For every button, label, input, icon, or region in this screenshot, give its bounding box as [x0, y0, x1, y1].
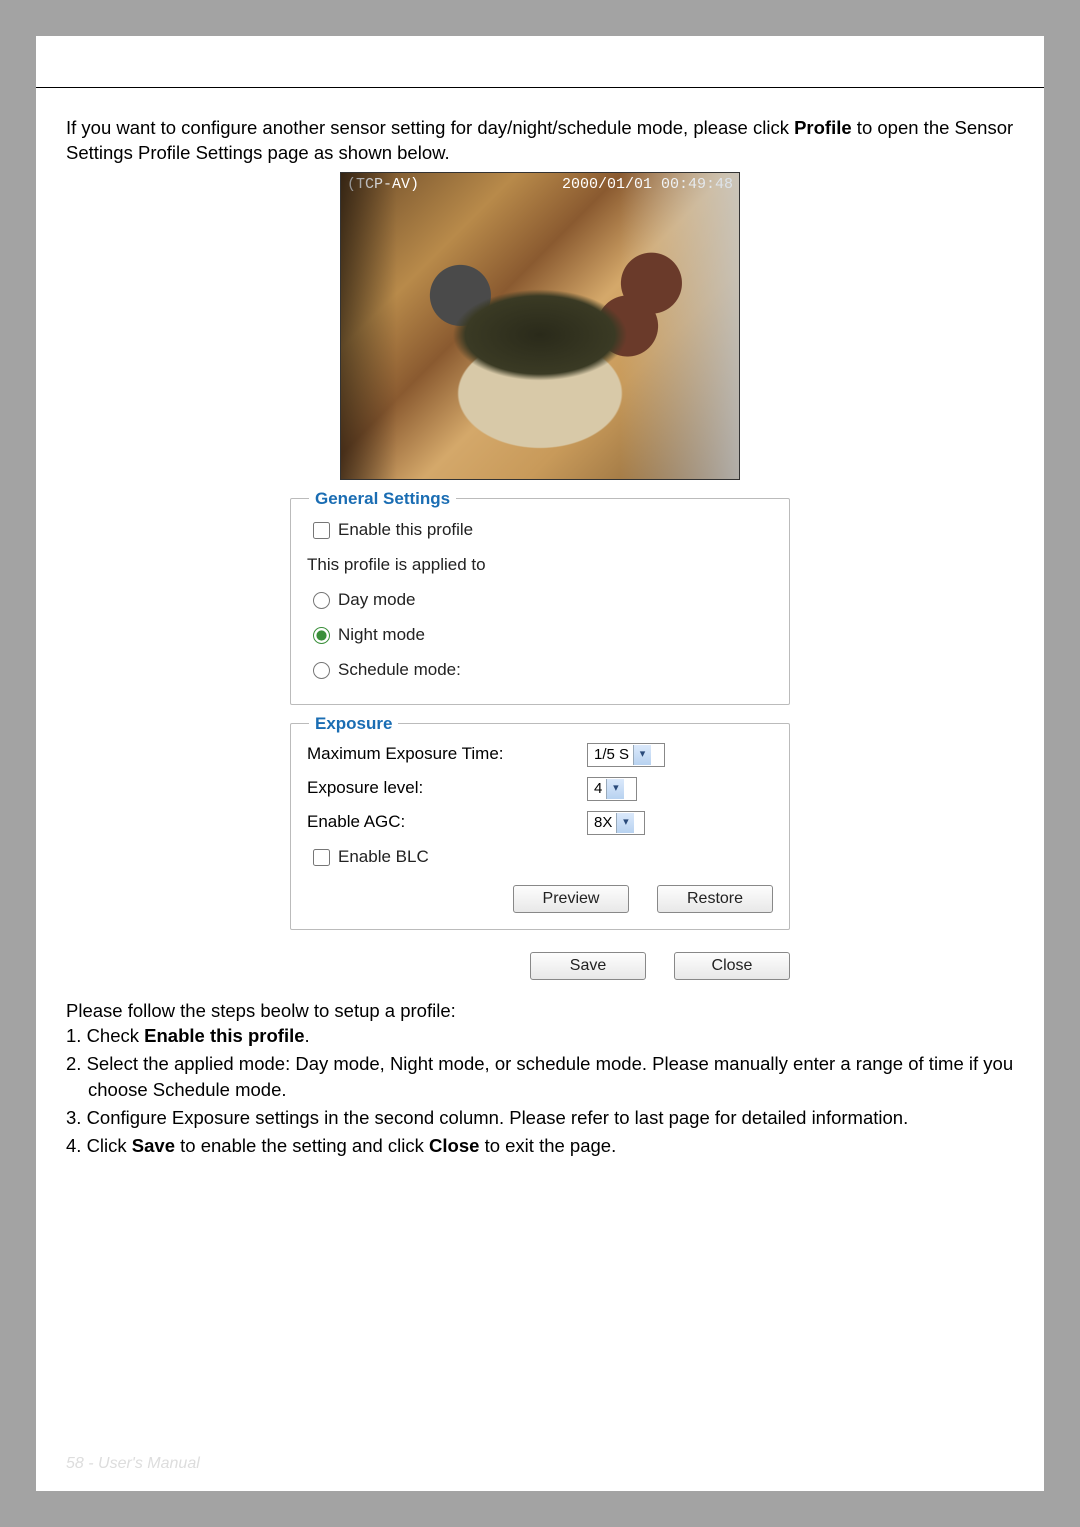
max-exposure-value: 1/5 S: [594, 745, 633, 765]
intro-text-a: If you want to configure another sensor …: [66, 117, 794, 138]
enable-blc-row: Enable BLC: [307, 840, 773, 875]
steps-intro: Please follow the steps beolw to setup a…: [66, 998, 1014, 1024]
chevron-down-icon: ▾: [633, 745, 651, 765]
save-button[interactable]: Save: [530, 952, 646, 980]
applied-to-label: This profile is applied to: [307, 548, 773, 583]
enable-agc-label: Enable AGC:: [307, 811, 587, 834]
exposure-level-value: 4: [594, 779, 606, 799]
page-button-row: Save Close: [290, 948, 790, 980]
manual-page: VIVOTEK If you want to configure another…: [36, 36, 1044, 1491]
step-4-bold1: Save: [132, 1135, 175, 1156]
steps-list: 1. Check Enable this profile. 2. Select …: [66, 1023, 1014, 1160]
enable-blc-label: Enable BLC: [338, 846, 429, 869]
exposure-legend: Exposure: [309, 713, 398, 736]
exposure-level-row: Exposure level: 4 ▾: [307, 772, 773, 806]
night-mode-row: Night mode: [307, 618, 773, 653]
step-2: 2. Select the applied mode: Day mode, Ni…: [66, 1051, 1014, 1105]
enable-profile-row: Enable this profile: [307, 513, 773, 548]
step-1-a: 1. Check: [66, 1025, 144, 1046]
enable-blc-checkbox[interactable]: [313, 849, 330, 866]
step-4-bold2: Close: [429, 1135, 479, 1156]
footer-doc-title: User's Manual: [98, 1455, 200, 1472]
schedule-mode-row: Schedule mode:: [307, 653, 773, 688]
exposure-level-label: Exposure level:: [307, 777, 587, 800]
day-mode-radio[interactable]: [313, 592, 330, 609]
footer-sep: -: [84, 1455, 98, 1472]
enable-agc-select[interactable]: 8X ▾: [587, 811, 645, 835]
step-4-c: to exit the page.: [479, 1135, 616, 1156]
exposure-fieldset: Exposure Maximum Exposure Time: 1/5 S ▾ …: [290, 723, 790, 930]
chevron-down-icon: ▾: [616, 813, 634, 833]
step-1: 1. Check Enable this profile.: [66, 1023, 1014, 1051]
step-4-b: to enable the setting and click: [175, 1135, 429, 1156]
page-content: If you want to configure another sensor …: [36, 88, 1044, 1161]
page-header: VIVOTEK: [36, 36, 1044, 83]
preview-scene-rug: [452, 289, 627, 381]
max-exposure-row: Maximum Exposure Time: 1/5 S ▾: [307, 738, 773, 772]
step-4: 4. Click Save to enable the setting and …: [66, 1133, 1014, 1161]
intro-paragraph: If you want to configure another sensor …: [66, 116, 1014, 166]
enable-agc-row: Enable AGC: 8X ▾: [307, 806, 773, 840]
max-exposure-select[interactable]: 1/5 S ▾: [587, 743, 665, 767]
chevron-down-icon: ▾: [606, 779, 624, 799]
schedule-mode-radio[interactable]: [313, 662, 330, 679]
general-settings-legend: General Settings: [309, 488, 456, 511]
close-button[interactable]: Close: [674, 952, 790, 980]
enable-profile-checkbox[interactable]: [313, 522, 330, 539]
enable-profile-label: Enable this profile: [338, 519, 473, 542]
night-mode-label: Night mode: [338, 624, 425, 647]
video-preview-container: (TCP-AV) 2000/01/01 00:49:48: [66, 166, 1014, 498]
day-mode-label: Day mode: [338, 589, 415, 612]
night-mode-radio[interactable]: [313, 627, 330, 644]
schedule-mode-label: Schedule mode:: [338, 659, 461, 682]
enable-agc-value: 8X: [594, 813, 616, 833]
step-3: 3. Configure Exposure settings in the se…: [66, 1105, 1014, 1133]
step-4-a: 4. Click: [66, 1135, 132, 1156]
day-mode-row: Day mode: [307, 583, 773, 618]
intro-profile-word: Profile: [794, 117, 852, 138]
page-footer: 58 - User's Manual: [66, 1455, 200, 1473]
step-1-bold: Enable this profile: [144, 1025, 304, 1046]
page-number: 58: [66, 1455, 84, 1472]
steps-section: Please follow the steps beolw to setup a…: [66, 980, 1014, 1161]
exposure-level-select[interactable]: 4 ▾: [587, 777, 637, 801]
preview-button[interactable]: Preview: [513, 885, 629, 913]
video-preview: (TCP-AV) 2000/01/01 00:49:48: [340, 172, 740, 480]
brand-logo: VIVOTEK: [66, 52, 1014, 75]
restore-button[interactable]: Restore: [657, 885, 773, 913]
settings-panels: General Settings Enable this profile Thi…: [66, 498, 1014, 980]
max-exposure-label: Maximum Exposure Time:: [307, 743, 587, 766]
general-settings-fieldset: General Settings Enable this profile Thi…: [290, 498, 790, 705]
step-1-b: .: [305, 1025, 310, 1046]
exposure-button-row: Preview Restore: [307, 875, 773, 913]
